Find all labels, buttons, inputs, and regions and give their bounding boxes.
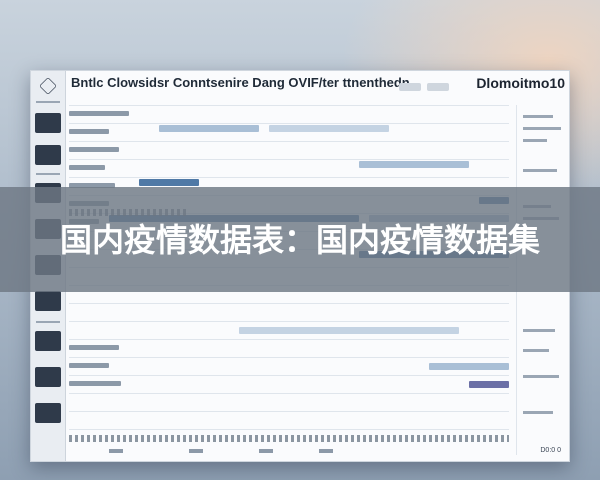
toolbar-button-2[interactable] xyxy=(427,83,449,91)
row-label xyxy=(69,129,109,134)
brand-label: Dlomoitmo10 xyxy=(476,75,565,91)
row-label xyxy=(69,165,105,170)
gantt-bar[interactable] xyxy=(139,179,199,186)
row-label xyxy=(69,381,121,386)
gantt-bar[interactable] xyxy=(269,125,389,132)
page-title: Bntlc Clowsidsr Conntsenire Dang OVIF/te… xyxy=(71,75,410,90)
footer-bar: D0:0 0 xyxy=(69,447,565,457)
sidebar-item-6[interactable] xyxy=(35,291,61,311)
sidebar-item-9[interactable] xyxy=(35,403,61,423)
logo-icon xyxy=(39,77,57,95)
sidebar-divider xyxy=(36,321,60,323)
row-label xyxy=(69,147,119,152)
sidebar-item-2[interactable] xyxy=(35,145,61,165)
footer-value: D0:0 0 xyxy=(540,447,561,454)
title-overlay: 国内疫情数据表：国内疫情数据集 xyxy=(0,187,600,292)
gantt-bar[interactable] xyxy=(359,161,469,168)
row-label xyxy=(69,363,109,368)
sidebar-item-8[interactable] xyxy=(35,367,61,387)
gantt-bar[interactable] xyxy=(429,363,509,370)
tick-row xyxy=(69,435,509,442)
sidebar-divider xyxy=(36,173,60,175)
row-label xyxy=(69,345,119,350)
toolbar-button-1[interactable] xyxy=(399,83,421,91)
gantt-bar[interactable] xyxy=(469,381,509,388)
sidebar-divider xyxy=(36,101,60,103)
gantt-bar[interactable] xyxy=(159,125,259,132)
row-label xyxy=(69,111,129,116)
gantt-bar[interactable] xyxy=(239,327,459,334)
overlay-headline: 国内疫情数据表：国内疫情数据集 xyxy=(59,220,540,259)
sidebar-item-1[interactable] xyxy=(35,113,61,133)
sidebar-item-7[interactable] xyxy=(35,331,61,351)
